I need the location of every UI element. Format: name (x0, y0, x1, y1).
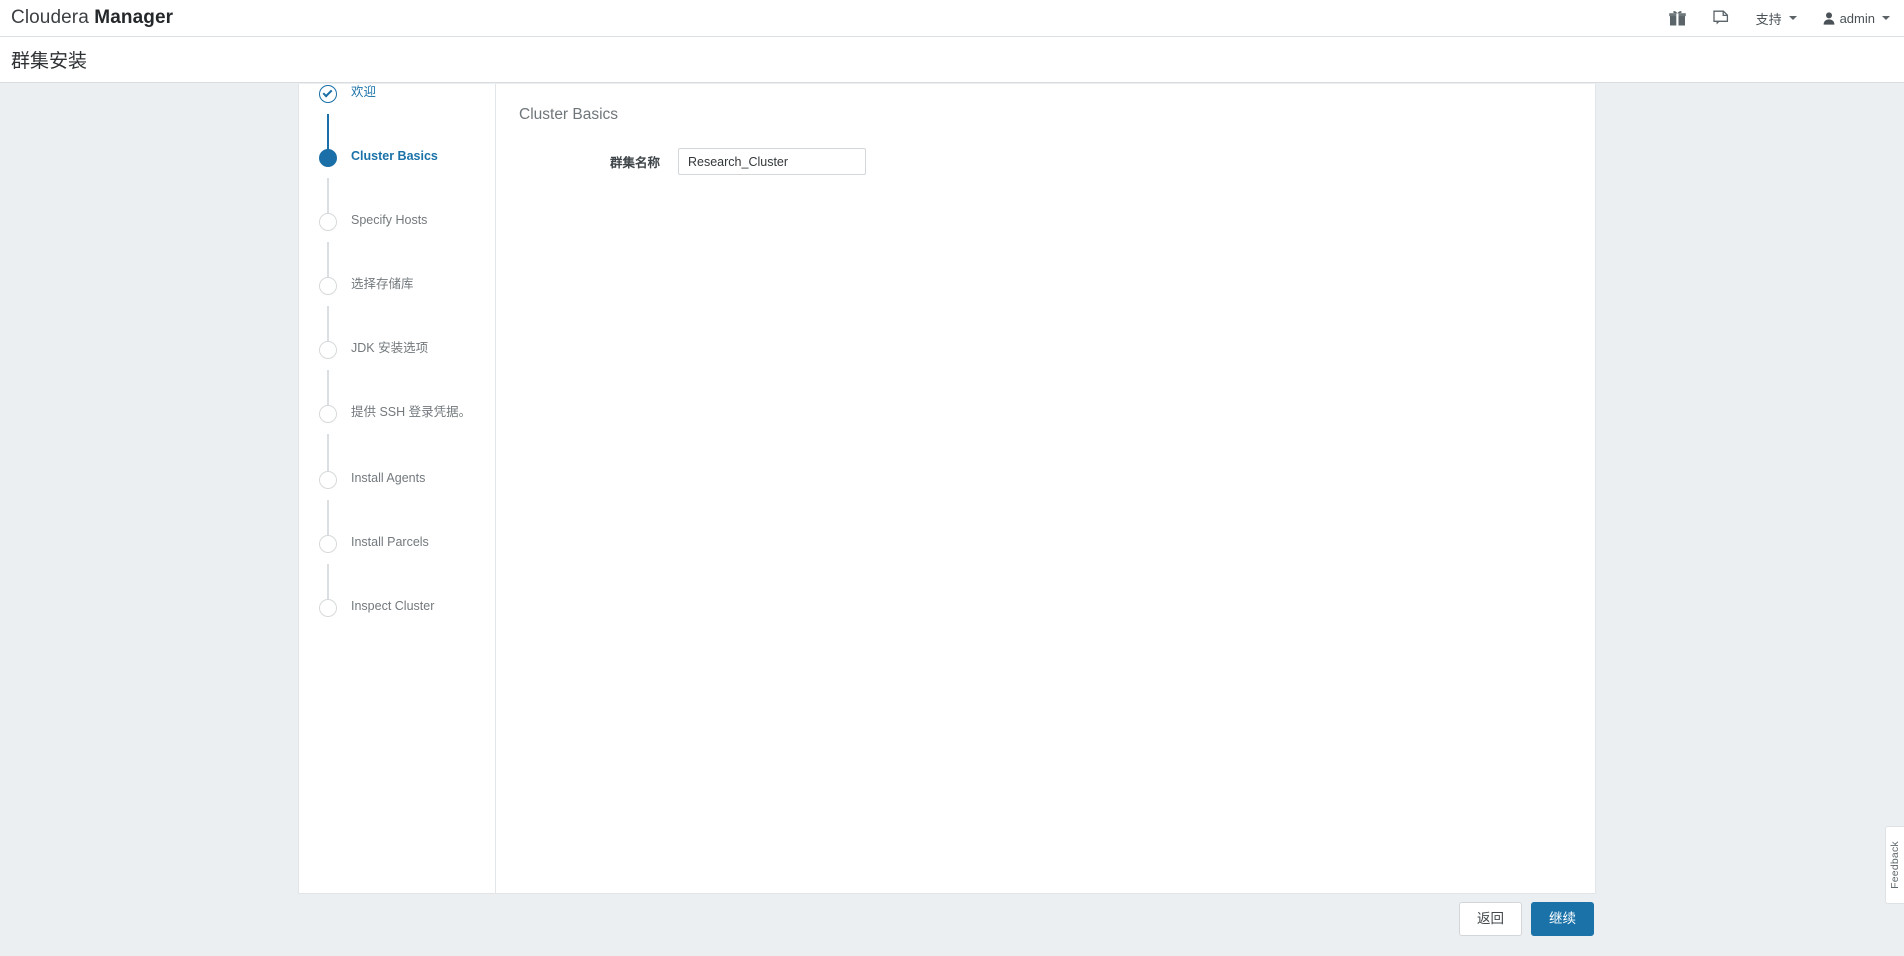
chevron-down-icon (1788, 16, 1797, 20)
wizard-step-label: 选择存储库 (351, 277, 414, 291)
top-navigation-bar: Cloudera Manager 支持 admin (0, 0, 1904, 37)
cluster-name-row: 群集名称 (519, 148, 1595, 175)
step-circle (319, 149, 337, 167)
wizard-step-9: Inspect Cluster (299, 598, 434, 617)
cluster-name-label: 群集名称 (609, 156, 660, 170)
step-circle (319, 535, 337, 553)
wizard-content: Cluster Basics 群集名称 (497, 84, 1595, 893)
page-title-bar: 群集安装 (0, 37, 1904, 83)
wizard-step-8: Install Parcels (299, 534, 429, 553)
step-marker-icon (319, 85, 337, 103)
gift-icon[interactable] (1668, 10, 1686, 26)
wizard-step-3: Specify Hosts (299, 212, 427, 231)
wizard-step-6: 提供 SSH 登录凭据。 (299, 404, 471, 423)
step-circle (319, 405, 337, 423)
feedback-tab[interactable]: Feedback (1885, 826, 1904, 904)
step-marker-icon (319, 149, 337, 167)
wizard-step-label: Install Agents (351, 471, 426, 485)
wizard-step-5: JDK 安装选项 (299, 340, 428, 359)
wizard-step-label: JDK 安装选项 (351, 341, 429, 355)
wizard-step-label: 欢迎 (351, 85, 377, 99)
chevron-down-icon (1882, 16, 1890, 20)
step-marker-icon (319, 405, 337, 423)
step-marker-icon (319, 277, 337, 295)
step-marker-icon (319, 599, 337, 617)
wizard-step-label: Specify Hosts (351, 213, 428, 227)
step-circle (319, 471, 337, 489)
step-circle (319, 213, 337, 231)
step-marker-icon (319, 471, 337, 489)
wizard-step-1[interactable]: 欢迎 (299, 84, 376, 103)
wizard-panel: 欢迎 Cluster Basics Specify Hosts 选择存储库 JDK 安装… (298, 84, 1596, 894)
page-title: 群集安装 (11, 51, 88, 72)
wizard-step-label: Cluster Basics (351, 149, 438, 163)
step-marker-icon (319, 535, 337, 553)
wizard-step-label: 提供 SSH 登录凭据。 (351, 405, 472, 419)
step-circle (319, 599, 337, 617)
wizard-step-4: 选择存储库 (299, 276, 414, 295)
top-nav-actions: 支持 admin (1668, 9, 1890, 28)
step-circle (319, 277, 337, 295)
step-marker-icon (319, 341, 337, 359)
user-menu[interactable]: admin (1823, 11, 1890, 26)
wizard-step-list: 欢迎 Cluster Basics Specify Hosts 选择存储库 JDK 安装… (299, 84, 496, 893)
wizard-step-2[interactable]: Cluster Basics (299, 148, 438, 167)
user-menu-label: admin (1839, 10, 1875, 26)
wizard-footer: 返回 继续 (298, 902, 1596, 956)
brand-name-bold: Manager (94, 7, 174, 28)
support-menu-label: 支持 (1755, 11, 1782, 27)
user-icon (1823, 11, 1835, 25)
wizard-step-label: Install Parcels (351, 535, 429, 549)
wizard-step-7: Install Agents (299, 470, 425, 489)
section-heading: Cluster Basics (519, 106, 619, 123)
back-button[interactable]: 返回 (1459, 902, 1522, 936)
step-circle (319, 341, 337, 359)
continue-button[interactable]: 继续 (1531, 902, 1594, 936)
feedback-tab-label: Feedback (1889, 841, 1901, 889)
support-menu[interactable]: 支持 (1756, 9, 1797, 28)
support-doc-icon[interactable] (1712, 10, 1730, 26)
step-marker-icon (319, 213, 337, 231)
wizard-step-label: Inspect Cluster (351, 599, 435, 613)
cluster-name-input[interactable] (678, 148, 866, 175)
brand-name-light: Cloudera (11, 7, 89, 28)
app-brand[interactable]: Cloudera Manager (11, 7, 173, 29)
